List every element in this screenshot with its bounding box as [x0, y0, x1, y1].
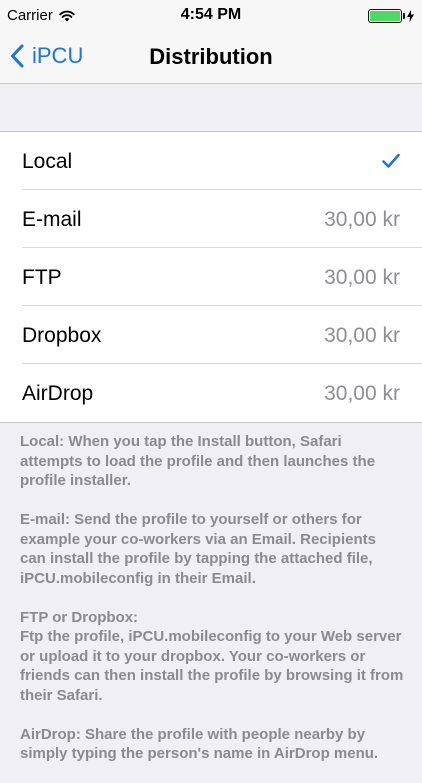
checkmark-icon — [382, 153, 400, 168]
battery-fill — [370, 11, 400, 21]
footer-ftp-dropbox-text: FTP or Dropbox: Ftp the profile, iPCU.mo… — [20, 608, 404, 704]
option-price: 30,00 kr — [324, 208, 400, 231]
option-price: 30,00 kr — [324, 382, 400, 405]
option-label: FTP — [22, 266, 62, 289]
charging-bolt-icon — [407, 10, 414, 22]
option-label: Local — [22, 150, 73, 173]
battery-tip — [403, 13, 405, 19]
option-dropbox[interactable]: Dropbox 30,00 kr — [0, 306, 422, 364]
back-button[interactable]: iPCU — [10, 41, 83, 71]
status-bar: Carrier 4:54 PM — [0, 0, 422, 31]
back-button-label: iPCU — [32, 43, 84, 68]
battery-indicator — [368, 9, 414, 23]
footer-email-text: E-mail: Send the profile to yourself or … — [20, 511, 376, 587]
navigation-bar: iPCU Distribution — [0, 31, 422, 84]
option-email[interactable]: E-mail 30,00 kr — [0, 190, 422, 248]
option-airdrop[interactable]: AirDrop 30,00 kr — [0, 364, 422, 422]
option-label: Dropbox — [22, 324, 102, 347]
option-local[interactable]: Local — [0, 132, 422, 190]
chevron-left-icon — [11, 44, 24, 68]
option-ftp[interactable]: FTP 30,00 kr — [0, 248, 422, 306]
section-footer-description: Local: When you tap the Install button, … — [20, 432, 404, 783]
option-label: E-mail — [22, 208, 82, 231]
option-price: 30,00 kr — [324, 324, 400, 347]
option-price: 30,00 kr — [324, 266, 400, 289]
option-label: AirDrop — [22, 382, 94, 405]
distribution-options-list: Local E-mail 30,00 kr FTP 30,00 kr Dropb… — [0, 131, 422, 423]
footer-airdrop-text: AirDrop: Share the profile with people n… — [20, 725, 379, 763]
footer-local-text: Local: When you tap the Install button, … — [20, 433, 376, 489]
battery-icon — [368, 9, 402, 23]
status-time: 4:54 PM — [180, 6, 242, 23]
